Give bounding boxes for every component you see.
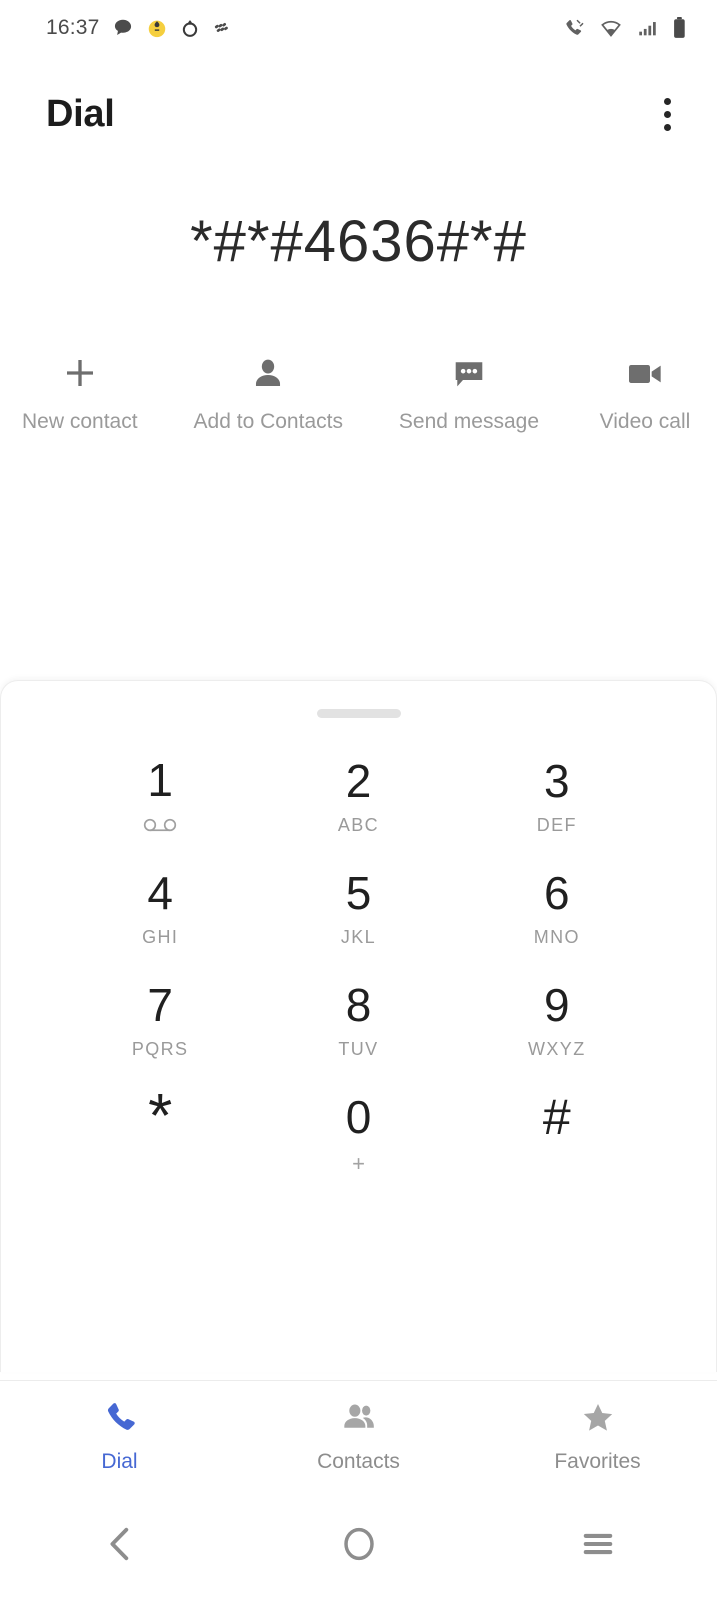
back-icon xyxy=(103,1525,137,1568)
tab-dial[interactable]: Dial xyxy=(0,1400,239,1474)
send-message-action[interactable]: Send message xyxy=(399,352,539,434)
key-4-letters: GHI xyxy=(142,927,179,947)
overflow-menu-button[interactable] xyxy=(652,90,683,139)
key-3-letters: DEF xyxy=(536,815,577,835)
overflow-dot xyxy=(664,97,671,105)
wifi-icon xyxy=(599,17,623,39)
key-star-symbol: * xyxy=(148,1081,173,1151)
message-icon xyxy=(450,352,488,396)
phone-screen: 16:37 Dial *#*#4636#*# New contact Add t… xyxy=(0,0,717,1600)
battery-icon xyxy=(672,16,687,40)
tab-favorites[interactable]: Favorites xyxy=(478,1400,717,1474)
key-7[interactable]: 7 PQRS xyxy=(61,964,259,1076)
tab-favorites-label: Favorites xyxy=(554,1449,641,1473)
key-3-digit: 3 xyxy=(544,755,570,807)
nav-home-button[interactable] xyxy=(239,1525,478,1568)
add-to-contacts-label: Add to Contacts xyxy=(193,410,343,433)
video-camera-icon xyxy=(625,352,665,396)
contacts-icon xyxy=(341,1400,377,1439)
video-call-action[interactable]: Video call xyxy=(595,352,695,434)
recents-icon xyxy=(579,1528,617,1565)
cellular-signal-icon xyxy=(636,17,659,39)
key-4[interactable]: 4 GHI xyxy=(61,852,259,964)
call-forwarding-icon xyxy=(563,17,586,40)
key-7-digit: 7 xyxy=(147,979,173,1031)
nav-back-button[interactable] xyxy=(0,1525,239,1568)
yellow-notification-icon xyxy=(146,17,168,39)
overflow-dot xyxy=(664,123,671,131)
person-icon xyxy=(249,352,287,396)
star-icon xyxy=(580,1400,616,1439)
key-0-plus: + xyxy=(352,1151,365,1176)
key-8-digit: 8 xyxy=(345,979,372,1031)
key-9-digit: 9 xyxy=(544,979,570,1031)
key-9[interactable]: 9 WXYZ xyxy=(458,964,656,1076)
dialed-number-display[interactable]: *#*#4636#*# xyxy=(0,198,717,284)
new-contact-label: New contact xyxy=(22,410,138,433)
key-5-digit: 5 xyxy=(345,867,372,919)
quick-actions-row: New contact Add to Contacts Send message… xyxy=(0,352,717,434)
add-to-contacts-action[interactable]: Add to Contacts xyxy=(194,352,343,434)
key-hash[interactable]: # xyxy=(458,1076,656,1188)
android-nav-bar xyxy=(0,1492,717,1600)
key-2-digit: 2 xyxy=(345,755,372,807)
message-bubble-icon xyxy=(112,17,134,39)
app-badge-icon xyxy=(180,17,200,39)
home-icon xyxy=(340,1525,378,1568)
status-clock: 16:37 xyxy=(46,16,100,39)
key-6-letters: MNO xyxy=(533,927,580,947)
app-bar: Dial xyxy=(0,78,717,150)
voicemail-icon xyxy=(143,816,177,835)
key-6-digit: 6 xyxy=(544,867,570,919)
key-4-digit: 4 xyxy=(147,867,173,919)
key-0-digit: 0 xyxy=(345,1091,372,1143)
keypad-sheet: 1 2 ABC 3 DEF 4 GHI 5 JKL 6 MNO 7 PQRS 8… xyxy=(0,680,717,1372)
tab-contacts[interactable]: Contacts xyxy=(239,1400,478,1474)
nav-recents-button[interactable] xyxy=(478,1528,717,1565)
key-hash-symbol: # xyxy=(542,1089,571,1145)
video-call-label: Video call xyxy=(599,410,691,433)
keypad-grid: 1 2 ABC 3 DEF 4 GHI 5 JKL 6 MNO 7 PQRS 8… xyxy=(1,740,716,1188)
status-bar: 16:37 xyxy=(0,0,717,56)
key-star[interactable]: * xyxy=(61,1076,259,1188)
overflow-dot xyxy=(664,110,671,118)
key-6[interactable]: 6 MNO xyxy=(458,852,656,964)
tab-dial-label: Dial xyxy=(101,1449,138,1473)
key-7-letters: PQRS xyxy=(131,1039,189,1059)
new-contact-action[interactable]: New contact xyxy=(22,352,138,434)
page-title: Dial xyxy=(46,92,115,135)
key-2-letters: ABC xyxy=(337,815,380,835)
sheet-drag-handle[interactable] xyxy=(316,709,401,718)
key-3[interactable]: 3 DEF xyxy=(458,740,656,852)
key-5[interactable]: 5 JKL xyxy=(259,852,457,964)
key-5-letters: JKL xyxy=(340,927,377,947)
key-9-letters: WXYZ xyxy=(528,1039,586,1059)
key-8-letters: TUV xyxy=(338,1039,379,1059)
status-bar-right xyxy=(563,16,687,40)
key-0[interactable]: 0 + xyxy=(259,1076,457,1188)
key-1[interactable]: 1 xyxy=(61,740,259,852)
key-1-digit: 1 xyxy=(147,754,173,806)
bottom-tab-bar: Dial Contacts Favorites xyxy=(0,1380,717,1492)
key-8[interactable]: 8 TUV xyxy=(259,964,457,1076)
music-note-icon xyxy=(212,17,234,39)
status-bar-left: 16:37 xyxy=(46,16,234,40)
plus-icon xyxy=(60,352,100,396)
send-message-label: Send message xyxy=(398,410,540,433)
key-2[interactable]: 2 ABC xyxy=(259,740,457,852)
tab-contacts-label: Contacts xyxy=(317,1449,400,1473)
phone-icon xyxy=(103,1400,137,1439)
